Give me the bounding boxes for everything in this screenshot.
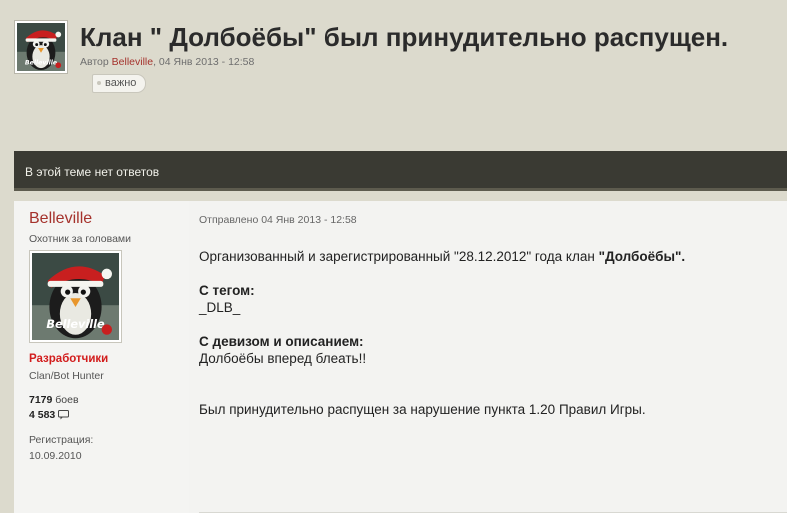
post-empty-line (199, 384, 779, 401)
topic-meta-prefix: Автор (80, 56, 109, 68)
post-motto-label: С девизом и описанием: (199, 333, 779, 350)
topic-meta: Автор Belleville, 04 Янв 2013 - 12:58 (80, 56, 254, 68)
posts-count: 4 583 (29, 409, 56, 421)
post-author-group: Разработчики (29, 353, 109, 365)
post: Belleville Охотник за головами Bellevill… (14, 201, 787, 513)
topic-meta-date: , 04 Янв 2013 - 12:58 (153, 56, 255, 68)
topic-author-avatar[interactable]: Belleville (14, 20, 68, 74)
topic-replies-bar: В этой теме нет ответов (14, 151, 787, 191)
post-motto-value: Долбоёбы вперед блеать!! (199, 351, 367, 366)
post-text: Организованный и зарегистрированный "28.… (199, 248, 779, 418)
topic-header: Belleville Клан " Долбоёбы" был принудит… (14, 18, 787, 98)
no-replies-text: В этой теме нет ответов (25, 165, 160, 179)
post-tag-label-text: С тегом: (199, 283, 255, 298)
post-author-battles: 7179 боев (29, 394, 79, 406)
post-author-name-link[interactable]: Belleville (29, 210, 92, 228)
post-author-avatar[interactable]: Belleville (29, 250, 122, 343)
topic-author-link[interactable]: Belleville (112, 56, 153, 68)
post-line-clan: Организованный и зарегистрированный "28.… (199, 248, 779, 265)
penguin-avatar-image: Belleville (32, 253, 119, 340)
svg-text:Belleville: Belleville (25, 59, 57, 66)
battles-label: боев (52, 394, 79, 406)
topic-tag-vazhno[interactable]: важно (92, 74, 147, 93)
post-date: Отправлено 04 Янв 2013 - 12:58 (199, 214, 357, 226)
post-author-posts: 4 583 (29, 409, 70, 421)
post-author-column: Belleville Охотник за головами Bellevill… (14, 201, 189, 513)
avatar-caption: Belleville (46, 318, 105, 331)
post-author-reg-label: Регистрация: (29, 434, 94, 446)
post-tag-value: _DLB_ (199, 300, 241, 315)
topic-title: Клан " Долбоёбы" был принудительно распу… (80, 22, 729, 52)
post-author-rank: Охотник за головами (29, 233, 132, 245)
comment-icon (58, 410, 70, 420)
battles-count: 7179 (29, 394, 53, 406)
post-closing: Был принудительно распущен за нарушение … (199, 402, 646, 417)
penguin-avatar-image: Belleville (17, 23, 65, 71)
post-motto-label-text: С девизом и описанием: (199, 334, 364, 349)
post-empty-line (199, 265, 779, 282)
post-tag-label: С тегом: (199, 282, 779, 299)
post-empty-line (199, 367, 779, 384)
post-line-clan-text: Организованный и зарегистрированный "28.… (199, 249, 599, 264)
post-author-title: Clan/Bot Hunter (29, 370, 104, 382)
post-empty-line (199, 316, 779, 333)
post-body-column: Отправлено 04 Янв 2013 - 12:58 Организов… (189, 201, 787, 513)
post-line-clan-name: "Долбоёбы". (598, 249, 686, 264)
post-author-reg-date: 10.09.2010 (29, 450, 82, 462)
